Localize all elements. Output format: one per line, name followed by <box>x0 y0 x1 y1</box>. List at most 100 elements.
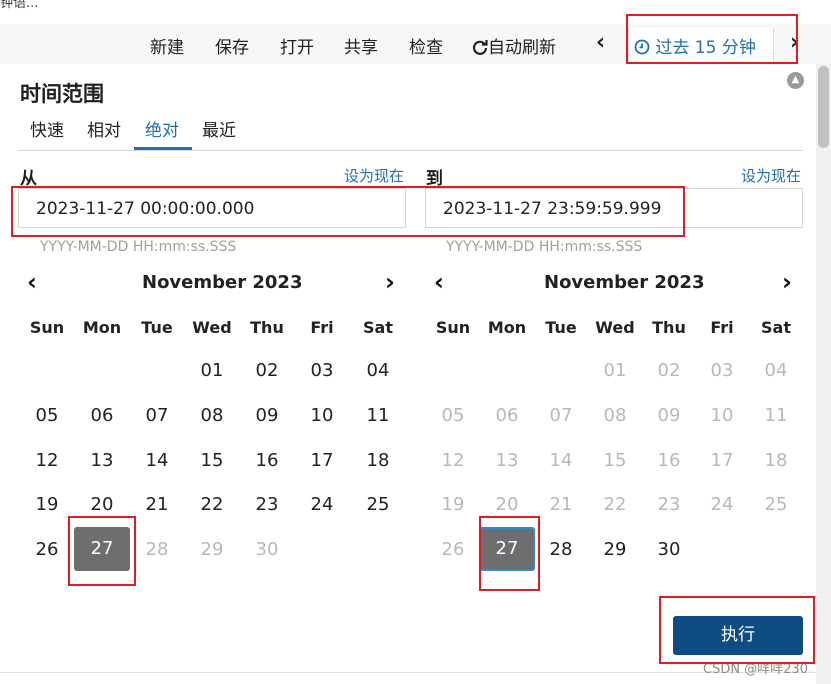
left-calendar-day[interactable]: 26 <box>27 539 67 560</box>
left-calendar-next-icon[interactable]: › <box>385 268 395 296</box>
panel-title: 时间范围 <box>20 82 104 106</box>
right-calendar-day[interactable]: 20 <box>487 494 527 515</box>
right-calendar-day[interactable]: 21 <box>541 494 581 515</box>
right-calendar-day[interactable]: 09 <box>649 405 689 426</box>
left-calendar-day[interactable]: 07 <box>137 405 177 426</box>
left-calendar-selected-day[interactable]: 27 <box>74 527 130 571</box>
right-calendar-day[interactable]: 01 <box>595 360 635 381</box>
left-calendar-day[interactable]: 01 <box>192 360 232 381</box>
right-calendar-day[interactable]: 19 <box>433 494 473 515</box>
right-calendar-day[interactable]: 05 <box>433 405 473 426</box>
right-calendar-day[interactable]: 25 <box>756 494 796 515</box>
right-calendar-day[interactable]: 04 <box>756 360 796 381</box>
right-calendar-day[interactable]: 18 <box>756 450 796 471</box>
right-calendar-day[interactable]: 15 <box>595 450 635 471</box>
left-calendar-day[interactable]: 30 <box>247 539 287 560</box>
left-calendar-day[interactable]: 05 <box>27 405 67 426</box>
time-picker-button[interactable]: 过去 15 分钟 <box>634 33 756 58</box>
left-calendar-day[interactable]: 16 <box>247 450 287 471</box>
toolbar-open-button[interactable]: 打开 <box>280 33 314 58</box>
toolbar-inspect-button[interactable]: 检查 <box>409 33 443 58</box>
right-calendar-day[interactable]: 13 <box>487 450 527 471</box>
scrollbar[interactable] <box>816 64 831 684</box>
left-calendar-day[interactable]: 08 <box>192 405 232 426</box>
left-weekday-tue: Tue <box>141 318 173 337</box>
left-calendar-day[interactable]: 06 <box>82 405 122 426</box>
right-calendar-day[interactable]: 29 <box>595 539 635 560</box>
toolbar-share-button[interactable]: 共享 <box>344 33 378 58</box>
tab-absolute[interactable]: 绝对 <box>145 116 179 141</box>
left-calendar-day[interactable]: 22 <box>192 494 232 515</box>
toolbar-new-button[interactable]: 新建 <box>150 33 184 58</box>
right-calendar-next-icon[interactable]: › <box>782 268 792 296</box>
toolbar-save-button[interactable]: 保存 <box>215 33 249 58</box>
left-calendar-day[interactable]: 29 <box>192 539 232 560</box>
left-weekday-sun: Sun <box>29 318 65 337</box>
right-calendar-day[interactable]: 24 <box>702 494 742 515</box>
left-calendar-day[interactable]: 14 <box>137 450 177 471</box>
right-calendar-day[interactable]: 10 <box>702 405 742 426</box>
left-calendar-day[interactable]: 10 <box>302 405 342 426</box>
left-calendar-day[interactable]: 19 <box>27 494 67 515</box>
from-datetime-input[interactable]: 2023-11-27 00:00:00.000 <box>18 188 406 228</box>
to-set-now-link[interactable]: 设为现在 <box>741 165 801 186</box>
time-range-panel <box>0 64 816 674</box>
left-calendar-day[interactable]: 18 <box>358 450 398 471</box>
right-calendar-day[interactable]: 17 <box>702 450 742 471</box>
left-calendar-day[interactable]: 04 <box>358 360 398 381</box>
clock-icon <box>634 39 650 55</box>
toolbar-next-button[interactable]: › <box>790 30 799 55</box>
left-calendar-month: November 2023 <box>142 272 303 293</box>
toolbar-prev-button[interactable]: ‹ <box>596 30 605 55</box>
from-set-now-link[interactable]: 设为现在 <box>344 165 404 186</box>
refresh-icon <box>472 40 488 55</box>
tab-relative[interactable]: 相对 <box>87 116 121 141</box>
right-calendar-day[interactable]: 30 <box>649 539 689 560</box>
right-calendar-selected-day[interactable]: 27 <box>479 527 535 571</box>
collapse-icon[interactable]: ▲ <box>787 72 804 89</box>
right-calendar-day[interactable]: 02 <box>649 360 689 381</box>
right-weekday-sat: Sat <box>761 318 791 337</box>
right-calendar-day[interactable]: 14 <box>541 450 581 471</box>
right-calendar-day[interactable]: 23 <box>649 494 689 515</box>
left-calendar-day[interactable]: 13 <box>82 450 122 471</box>
run-button[interactable]: 执行 <box>673 616 803 655</box>
right-calendar-day[interactable]: 11 <box>756 405 796 426</box>
right-calendar-day[interactable]: 06 <box>487 405 527 426</box>
right-calendar-day[interactable]: 22 <box>595 494 635 515</box>
from-format-hint: YYYY-MM-DD HH:mm:ss.SSS <box>40 239 237 255</box>
left-calendar-day[interactable]: 23 <box>247 494 287 515</box>
from-label: 从 <box>20 169 37 189</box>
toolbar-auto-refresh-button[interactable]: 自动刷新 <box>472 33 556 58</box>
left-weekday-wed: Wed <box>192 318 232 337</box>
right-calendar-prev-icon[interactable]: ‹ <box>434 268 444 296</box>
right-weekday-sun: Sun <box>435 318 471 337</box>
to-format-hint: YYYY-MM-DD HH:mm:ss.SSS <box>446 239 643 255</box>
left-calendar-day[interactable]: 15 <box>192 450 232 471</box>
left-calendar-day[interactable]: 25 <box>358 494 398 515</box>
right-calendar-day[interactable]: 07 <box>541 405 581 426</box>
left-calendar-day[interactable]: 12 <box>27 450 67 471</box>
right-calendar-day[interactable]: 03 <box>702 360 742 381</box>
right-calendar-day[interactable]: 12 <box>433 450 473 471</box>
left-calendar-day[interactable]: 20 <box>82 494 122 515</box>
right-calendar-day[interactable]: 28 <box>541 539 581 560</box>
left-calendar-day[interactable]: 17 <box>302 450 342 471</box>
to-datetime-input[interactable]: 2023-11-27 23:59:59.999 <box>425 188 803 228</box>
right-weekday-thu: Thu <box>652 318 686 337</box>
left-calendar-day[interactable]: 21 <box>137 494 177 515</box>
right-calendar-day[interactable]: 26 <box>433 539 473 560</box>
scrollbar-thumb[interactable] <box>818 66 829 148</box>
left-calendar-day[interactable]: 02 <box>247 360 287 381</box>
tab-quick[interactable]: 快速 <box>30 116 64 141</box>
left-calendar-day[interactable]: 11 <box>358 405 398 426</box>
right-weekday-wed: Wed <box>595 318 635 337</box>
left-calendar-prev-icon[interactable]: ‹ <box>27 268 37 296</box>
left-calendar-day[interactable]: 03 <box>302 360 342 381</box>
right-calendar-day[interactable]: 16 <box>649 450 689 471</box>
left-calendar-day[interactable]: 28 <box>137 539 177 560</box>
left-calendar-day[interactable]: 09 <box>247 405 287 426</box>
left-calendar-day[interactable]: 24 <box>302 494 342 515</box>
right-calendar-day[interactable]: 08 <box>595 405 635 426</box>
tab-recent[interactable]: 最近 <box>202 116 236 141</box>
